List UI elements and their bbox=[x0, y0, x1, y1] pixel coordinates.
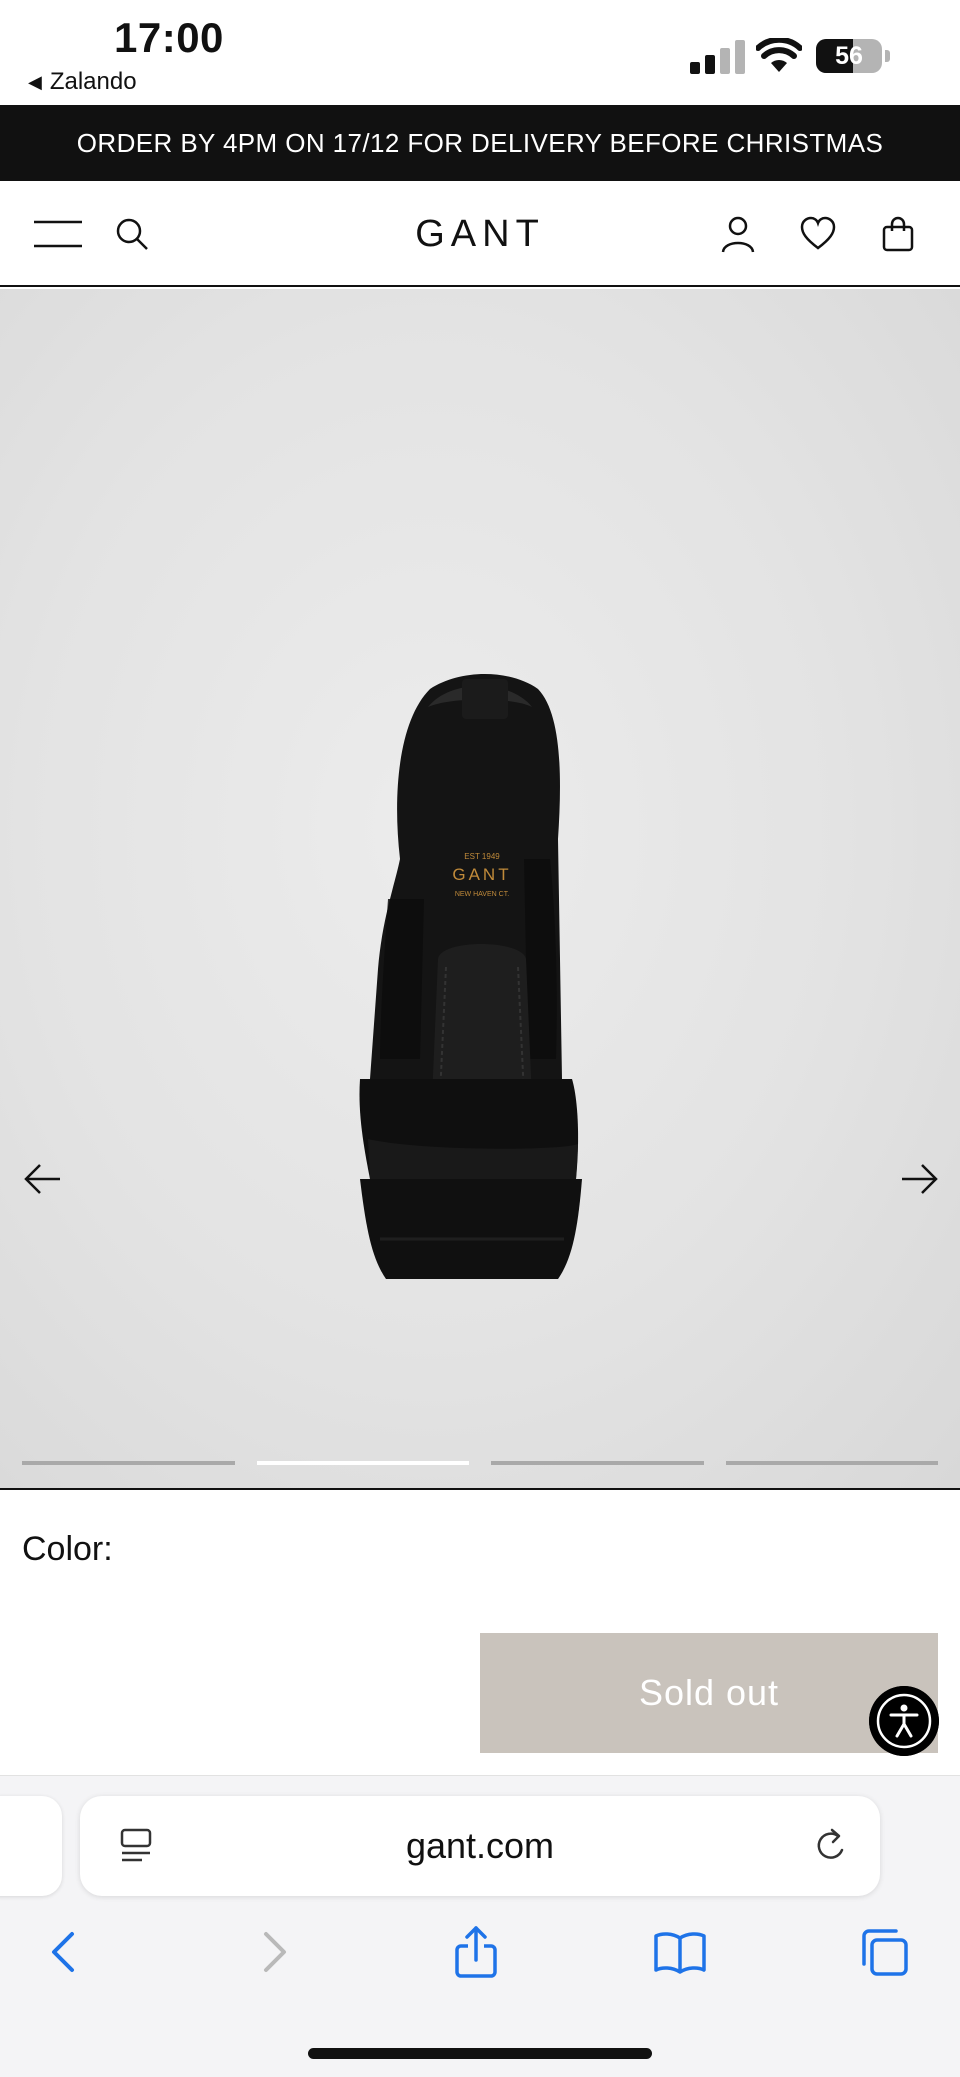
back-app-label: Zalando bbox=[49, 68, 137, 95]
back-icon[interactable] bbox=[36, 1924, 92, 1980]
wishlist-heart-icon[interactable] bbox=[798, 214, 838, 254]
gant-logo[interactable]: GANT bbox=[355, 212, 605, 252]
color-label: Color: bbox=[22, 1530, 113, 1568]
home-indicator bbox=[308, 2048, 652, 2059]
share-icon[interactable] bbox=[448, 1924, 504, 1980]
reload-icon[interactable] bbox=[808, 1824, 852, 1868]
account-icon[interactable] bbox=[718, 214, 758, 254]
svg-text:EST 1949: EST 1949 bbox=[464, 852, 500, 861]
clock: 17:00 bbox=[114, 14, 224, 61]
status-bar: 17:00 ◀ Zalando 56 bbox=[0, 0, 960, 105]
svg-text:GANT: GANT bbox=[452, 865, 511, 884]
gallery-dot[interactable] bbox=[256, 1461, 469, 1465]
battery-icon: 56 bbox=[816, 39, 890, 73]
forward-icon[interactable] bbox=[246, 1924, 302, 1980]
divider bbox=[0, 1488, 960, 1490]
gallery-dot[interactable] bbox=[22, 1461, 235, 1465]
previous-image-arrow-icon[interactable] bbox=[20, 1159, 64, 1199]
product-boot-image: EST 1949 GANT NEW HAVEN CT. bbox=[359, 674, 582, 1279]
gallery-dot[interactable] bbox=[491, 1461, 704, 1465]
svg-text:NEW HAVEN CT.: NEW HAVEN CT. bbox=[455, 891, 509, 898]
wifi-icon bbox=[756, 38, 802, 72]
back-triangle-icon: ◀ bbox=[28, 71, 42, 92]
battery-level: 56 bbox=[835, 42, 863, 70]
promo-text: ORDER BY 4PM ON 17/12 FOR DELIVERY BEFOR… bbox=[76, 127, 884, 158]
logo-text: GANT bbox=[415, 213, 545, 252]
menu-icon[interactable] bbox=[32, 214, 84, 254]
previous-tab-preview[interactable] bbox=[0, 1796, 62, 1896]
tabs-icon[interactable] bbox=[856, 1924, 912, 1980]
gallery-dot[interactable] bbox=[725, 1461, 938, 1465]
back-to-app-link[interactable]: ◀ Zalando bbox=[28, 68, 137, 96]
bookmarks-icon[interactable] bbox=[652, 1924, 708, 1980]
accessibility-icon[interactable] bbox=[869, 1686, 939, 1756]
cellular-signal-icon bbox=[690, 40, 745, 74]
address-bar[interactable]: gant.com bbox=[80, 1796, 880, 1896]
search-icon[interactable] bbox=[112, 214, 152, 254]
shopping-bag-icon[interactable] bbox=[878, 214, 918, 254]
next-image-arrow-icon[interactable] bbox=[898, 1159, 942, 1199]
sold-out-button[interactable]: Sold out bbox=[480, 1633, 938, 1753]
gallery-pagination bbox=[22, 1461, 938, 1467]
promo-banner[interactable]: ORDER BY 4PM ON 17/12 FOR DELIVERY BEFOR… bbox=[0, 105, 960, 181]
url-text: gant.com bbox=[405, 1825, 555, 1866]
browser-toolbar: gant.com bbox=[0, 1775, 960, 2077]
product-image-gallery[interactable]: EST 1949 GANT NEW HAVEN CT. bbox=[0, 289, 960, 1489]
